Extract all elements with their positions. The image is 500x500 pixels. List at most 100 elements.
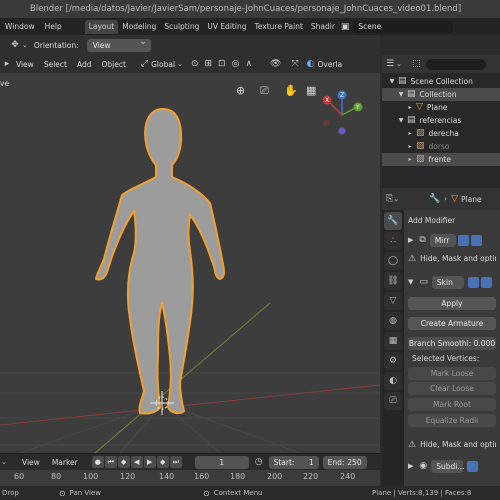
outliner-row[interactable]: ▼ ▤ Collection [382,88,500,101]
menu-add[interactable]: Add [72,60,97,69]
tab-sculpting[interactable]: Sculpting [160,20,203,34]
tab-modeling[interactable]: Modeling [118,20,160,34]
realtime-toggle-icon[interactable] [467,460,479,472]
snap-target-icon[interactable]: ⊡ [218,59,226,69]
outliner-search-input[interactable] [426,58,487,70]
disclosure-arrow-icon[interactable]: ▸ [406,101,414,114]
chevron-down-icon[interactable]: ⌄ [393,195,399,203]
chevron-down-icon[interactable]: ⌄ [177,60,183,68]
modifier-subdivision[interactable]: ▶ ◉ Subdi... [408,457,496,475]
display-mode-icon[interactable]: ⬚ [412,59,421,69]
menu-help[interactable]: Help [40,22,67,31]
visibility-icon[interactable]: 👁 [270,59,281,69]
editor-type-icon[interactable]: ▸ [3,59,11,69]
tab-layout[interactable]: Layout [84,19,119,34]
jump-end-icon[interactable]: ⏭ [169,456,182,468]
record-icon[interactable]: ● [91,456,104,468]
falloff-icon[interactable]: ∧ [245,59,252,69]
constraints-tab-icon[interactable]: ⛓ [384,272,402,290]
play-reverse-icon[interactable]: ◀ [130,456,143,468]
zoom-icon[interactable]: ⊕ [236,84,245,97]
tab-texture-paint[interactable]: Texture Paint [250,20,306,34]
modifier-skin[interactable]: ▼ ▭ Skin [408,273,496,291]
edit-mode-toggle-icon[interactable] [457,234,469,246]
chevron-down-icon[interactable]: ⌄ [396,60,402,68]
outliner-row[interactable]: ▼ ▤ referencias [382,114,500,127]
disclosure-arrow-icon[interactable]: ▼ [397,88,405,101]
world-tab-icon[interactable]: ◐ [384,372,402,390]
menu-view[interactable]: View [11,60,39,69]
disclosure-arrow-icon[interactable]: ▼ [397,114,405,127]
chevron-down-icon[interactable]: ⌄ [0,458,8,466]
disclosure-arrow-icon[interactable]: ▼ [388,75,396,88]
mark-loose-button[interactable]: Mark Loose [408,367,496,380]
disclosure-arrow-icon[interactable]: ▸ [406,140,414,153]
render-tab-icon[interactable]: ⎚ [384,392,402,410]
next-keyframe-icon[interactable]: ◆ [156,456,169,468]
subdivision-modifier-name[interactable]: Subdi... [431,459,465,473]
snap-icon[interactable]: ⊞ [204,59,212,69]
tab-uv-editing[interactable]: UV Editing [203,20,250,34]
material-tab-icon[interactable]: ◍ [384,312,402,330]
add-modifier-dropdown[interactable]: Add Modifier [408,216,455,225]
transform-orientation-dropdown[interactable]: Global [151,60,175,69]
outliner-row[interactable]: ▸ ▨ derecha [382,127,500,140]
outliner-row[interactable]: ▸ ▨ frente [382,153,500,166]
equalize-radii-button[interactable]: Equalize Radii [408,414,496,427]
properties-editor-icon[interactable]: ⎘ [386,194,393,204]
edit-mode-toggle-icon[interactable] [467,276,479,288]
skin-modifier-name[interactable]: Skin [431,275,464,289]
clear-loose-button[interactable]: Clear Loose [408,382,496,395]
perspective-icon[interactable]: ▦ [306,84,316,97]
physics-tab-icon[interactable]: ◯ [384,252,402,270]
scene-selector[interactable]: Scene [353,20,454,33]
transform-tool-icon[interactable]: ✥ [8,40,22,50]
apply-button[interactable]: Apply [408,297,496,310]
timeline-menu-view[interactable]: View [22,458,40,467]
pivot-icon[interactable]: ⊙ [191,59,199,69]
branch-smoothing-field[interactable]: Branch Smoothi: 0.000 [408,337,496,350]
expand-arrow-icon[interactable]: ▶ [408,462,413,470]
texture-tab-icon[interactable]: ▦ [384,332,402,350]
play-icon[interactable]: ▶ [143,456,156,468]
jump-start-icon[interactable]: ⏮ [104,456,117,468]
mark-root-button[interactable]: Mark Root [408,398,496,411]
realtime-toggle-icon[interactable] [470,234,482,246]
outliner-row[interactable]: ▼ ▤ Scene Collection [382,75,500,88]
disclosure-arrow-icon[interactable]: ▸ [406,127,414,140]
modifier-mirror[interactable]: ▶ ⧉ Mirr [408,231,496,249]
object-data-tab-icon[interactable]: ▽ [384,292,402,310]
gizmo-icon[interactable]: ⤧ [291,59,298,69]
disclosure-arrow-icon[interactable]: ▸ [406,153,414,166]
outliner-row[interactable]: ▸ ▨ dorso [382,140,500,153]
tab-shading[interactable]: Shading [307,20,335,34]
menu-select[interactable]: Select [39,60,72,69]
3d-viewport[interactable]: Z Y X ⊕ ⎚ ✋ ▦ ve [0,73,380,453]
expand-arrow-icon[interactable]: ▶ [408,236,413,244]
pin-icon[interactable]: 🔧 [429,194,440,204]
realtime-toggle-icon[interactable] [480,276,492,288]
camera-icon[interactable]: ⎚ [260,84,269,97]
start-frame-field[interactable]: Start: 1 [268,455,319,469]
mirror-modifier-name[interactable]: Mirr [429,233,456,247]
outliner-editor-icon[interactable]: ☰ [386,59,394,69]
prev-keyframe-icon[interactable]: ◆ [117,456,130,468]
end-frame-field[interactable]: End: 250 [322,455,367,469]
scene-tab-icon[interactable]: ⚙ [384,352,402,370]
outliner-row[interactable]: ▸ ▽ Plane [382,101,500,114]
proportional-edit-icon[interactable]: ◎ [232,59,240,69]
menu-object[interactable]: Object [96,60,130,69]
particles-tab-icon[interactable]: ∴ [384,232,402,250]
orientation-dropdown[interactable]: View [86,36,151,52]
collapse-arrow-icon[interactable]: ▼ [408,278,413,286]
overlays-dropdown[interactable]: Overla [318,60,343,69]
create-armature-button[interactable]: Create Armature [408,317,496,330]
menu-window[interactable]: Window [0,22,40,31]
clock-icon[interactable]: ◷ [255,457,263,467]
hand-pan-icon[interactable]: ✋ [284,84,298,97]
frame-ruler[interactable]: 60 80 100 120 140 160 180 200 220 240 [0,470,380,486]
viewport-canvas[interactable]: Z Y X ⊕ ⎚ ✋ ▦ ve [0,73,380,453]
current-frame-field[interactable]: 1 [194,455,249,469]
chevron-down-icon[interactable]: ⌄ [22,41,28,49]
timeline-menu-marker[interactable]: Marker [52,458,78,467]
